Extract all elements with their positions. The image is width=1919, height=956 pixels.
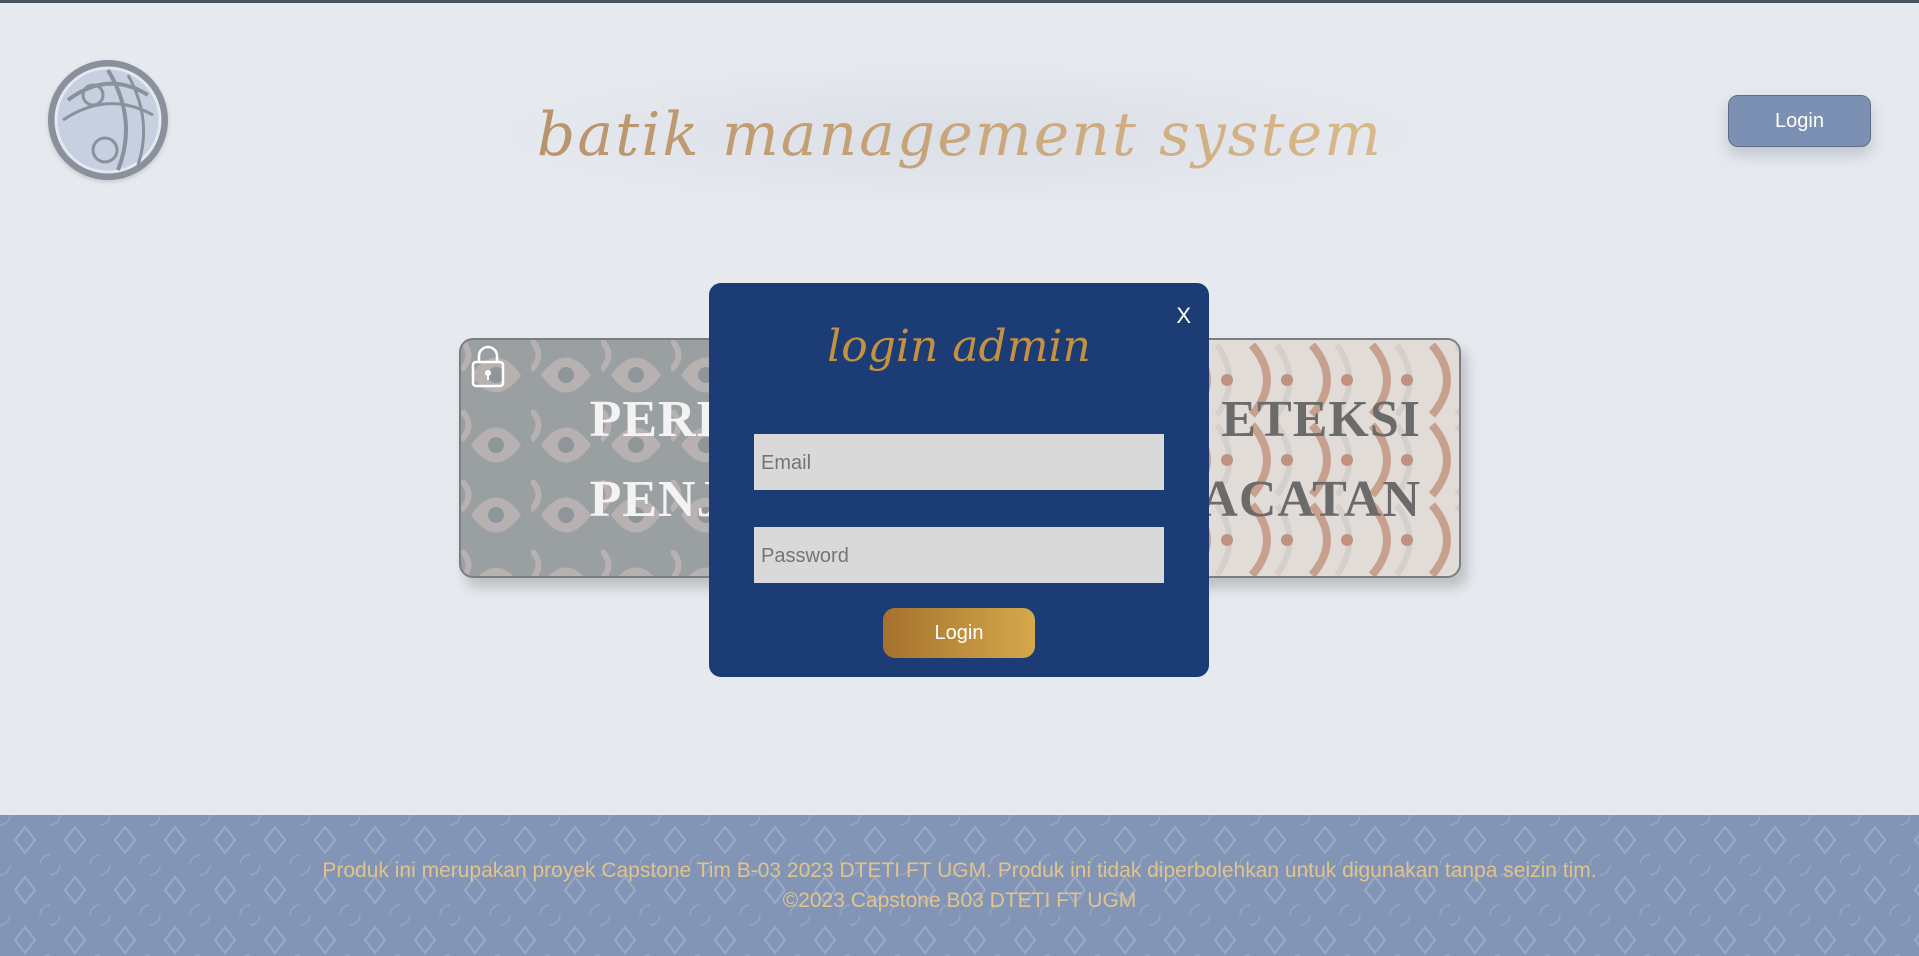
footer-copyright: ©2023 Capstone B03 DTETI FT UGM bbox=[782, 889, 1137, 912]
footer-pattern bbox=[0, 815, 1919, 956]
title-area: batik management system bbox=[480, 60, 1440, 210]
logo-emblem-icon bbox=[54, 66, 162, 174]
password-field[interactable] bbox=[754, 527, 1164, 583]
lock-icon bbox=[471, 345, 505, 388]
email-field[interactable] bbox=[754, 434, 1164, 490]
modal-login-button[interactable]: Login bbox=[883, 608, 1035, 658]
logo bbox=[48, 60, 168, 180]
header-login-button[interactable]: Login bbox=[1728, 95, 1871, 147]
modal-title: login admin bbox=[827, 321, 1091, 372]
page-title: batik management system bbox=[536, 100, 1384, 170]
footer: Produk ini merupakan proyek Capstone Tim… bbox=[0, 815, 1919, 956]
login-modal: X login admin Login bbox=[709, 283, 1209, 677]
top-border bbox=[0, 0, 1919, 3]
footer-disclaimer: Produk ini merupakan proyek Capstone Tim… bbox=[322, 859, 1597, 882]
